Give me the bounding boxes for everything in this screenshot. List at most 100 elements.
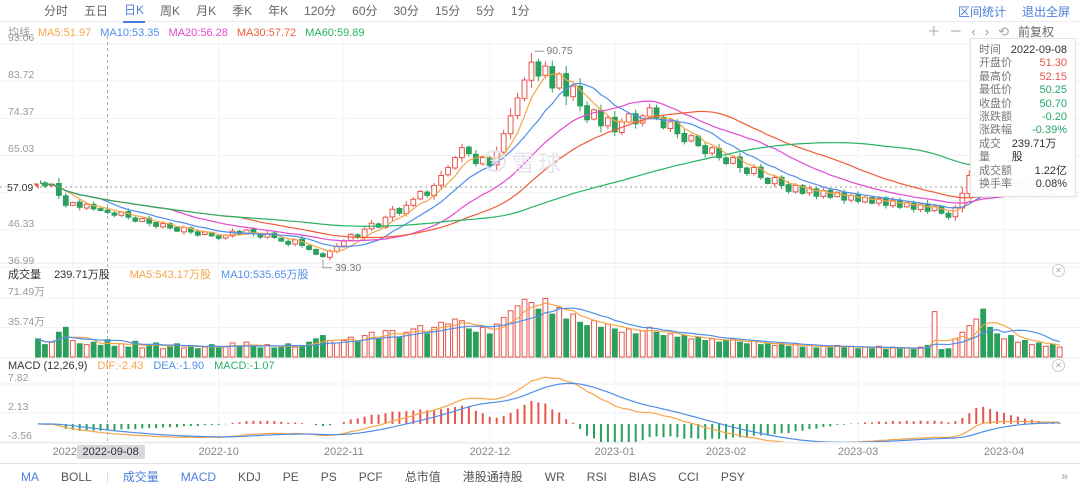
indicator-tab-总市值[interactable]: 总市值 [394,468,452,485]
quote-row: 成交额 1.22亿 [979,165,1067,178]
quote-row-value: 1.22亿 [1035,165,1067,178]
indicator-tab-MACD[interactable]: MACD [170,470,227,484]
pan-left-icon[interactable]: ‹ [971,25,975,38]
period-tab-月K[interactable]: 月K [195,0,217,22]
period-tab-年K[interactable]: 年K [267,0,289,22]
macd-dea-value: DEA:-1.90 [153,360,204,372]
quote-row-label: 换手率 [979,178,1012,191]
zoom-out-icon[interactable]: － [949,25,962,38]
quote-row: 收盘价 50.70 [979,98,1067,111]
low-annotation: 39.30 [335,262,361,274]
period-tab-60分[interactable]: 60分 [351,0,378,22]
indicator-tab-PCF[interactable]: PCF [348,470,394,484]
high-annotation: 90.75 [546,45,572,57]
quote-row-label: 最低价 [979,84,1012,97]
quote-row-value: -0.20 [1042,111,1067,124]
macd-pane-close-icon[interactable]: ✕ [1052,359,1065,372]
volume-ma5-value: MA5:543.17万股 [130,269,211,281]
period-tab-15分[interactable]: 15分 [434,0,461,22]
reset-icon[interactable]: ⟲ [998,25,1009,38]
indicator-tab-BIAS[interactable]: BIAS [618,470,667,484]
exit-fullscreen-link[interactable]: 退出全屏 [1022,3,1070,20]
crosshair-date-label: 2022-09-08 [77,445,145,459]
indicator-tab-MA[interactable]: MA [10,470,50,484]
macd-title: MACD (12,26,9) [8,360,87,372]
ma-legend-item: MA30:57.72 [237,27,296,39]
quote-row-label: 成交量 [979,138,1012,165]
indicator-tab-PS[interactable]: PS [310,470,348,484]
indicator-tab-KDJ[interactable]: KDJ [227,470,272,484]
macd-pane-header: MACD (12,26,9) DIF:-2.43 DEA:-1.90 MACD:-1.… [8,360,285,372]
quote-row-label: 最高价 [979,71,1012,84]
period-tab-120分[interactable]: 120分 [303,0,337,22]
ma-legend: 均线MA5:51.97MA10:53.35MA20:56.28MA30:57.7… [8,24,383,40]
macd-hist-value: MACD:-1.07 [214,360,275,372]
ma-legend-item: MA20:56.28 [169,27,228,39]
chart-canvas[interactable] [0,0,1080,489]
period-tab-5分[interactable]: 5分 [475,0,496,22]
quote-row-value: 239.71万股 [1012,138,1067,165]
indicator-tab-RSI[interactable]: RSI [576,470,618,484]
indicator-tab-BOLL[interactable]: BOLL [50,470,103,484]
quote-row-label: 时间 [979,44,1001,57]
y-axis-label: -3.56 [8,430,32,442]
period-tab-日K[interactable]: 日K [123,0,145,23]
xueqiu-logo-icon: ❋ [484,150,506,172]
more-indicators-icon[interactable]: » [1061,469,1068,483]
quote-row-label: 收盘价 [979,98,1012,111]
y-axis-label: 71.49万 [8,286,45,298]
y-axis-label: 65.03 [8,143,34,155]
stock-chart-app: 分时五日日K 周K 月K 季K 年K 120分 60分 30分 15分 5分 1分 区间统计 退出全… [0,0,1080,489]
indicator-tab-CCI[interactable]: CCI [667,470,710,484]
period-tabs: 分时五日日K 周K 月K 季K 年K 120分 60分 30分 15分 5分 1分 [0,0,545,23]
quote-row-value: 51.30 [1039,57,1067,70]
period-tab-1分[interactable]: 1分 [510,0,531,22]
quote-row-value: 0.08% [1036,178,1067,191]
ma-legend-item: MA5:51.97 [38,27,91,39]
y-axis-label: 7.82 [8,372,28,384]
quote-row: 时间 2022-09-08 [979,44,1067,57]
quote-row: 涨跌幅 -0.39% [979,124,1067,137]
indicator-tab-港股通持股[interactable]: 港股通持股 [452,468,534,485]
xueqiu-watermark: ❋ 雪球 [484,144,564,178]
quote-row: 最低价 50.25 [979,84,1067,97]
quote-row-value: 50.70 [1039,98,1067,111]
volume-pane-header: 成交量 239.71万股MA5:543.17万股MA10:535.65万股 [8,266,318,282]
quote-row: 开盘价 51.30 [979,57,1067,70]
macd-dif-value: DIF:-2.43 [97,360,143,372]
quote-row-label: 成交额 [979,165,1012,178]
indicator-tabbar: MABOLL 成交量MACDKDJPEPSPCF总市值港股通持股WRRSIBIAS… [0,463,1080,489]
period-tab-30分[interactable]: 30分 [393,0,420,22]
zoom-in-icon[interactable]: ＋ [927,25,940,38]
quote-row-label: 开盘价 [979,57,1012,70]
quote-row-value: 50.25 [1039,84,1067,97]
y-axis-label: 46.33 [8,218,34,230]
toolbar: 分时五日日K 周K 月K 季K 年K 120分 60分 30分 15分 5分 1分 区间统计 退出全… [0,0,1080,22]
quote-row: 涨跌额-0.20 [979,111,1067,124]
range-stats-link[interactable]: 区间统计 [958,3,1006,20]
indicator-tab-PSY[interactable]: PSY [710,470,756,484]
volume-pane-close-icon[interactable]: ✕ [1052,264,1065,277]
period-tab-分时[interactable]: 分时 [43,0,69,22]
quote-row-value: 52.15 [1039,71,1067,84]
y-axis-label: 93.06 [8,32,34,44]
quote-row: 成交量239.71万股 [979,138,1067,165]
quote-row-value: -0.39% [1032,124,1067,137]
indicator-tab-PE[interactable]: PE [272,470,310,484]
quote-row-label: 涨跌幅 [979,124,1012,137]
period-tab-季K[interactable]: 季K [231,0,253,22]
ma-legend-item: MA10:53.35 [100,27,159,39]
indicator-tab-成交量[interactable]: 成交量 [112,468,170,485]
period-tab-周K[interactable]: 周K [159,0,181,22]
x-axis-tick: 2023-02 [694,446,758,458]
x-axis-tick: 2022-12 [458,446,522,458]
quote-row-value: 2022-09-08 [1011,44,1067,57]
x-axis-tick: 2022-11 [312,446,376,458]
indicator-tab-WR[interactable]: WR [534,470,576,484]
volume-ma10-value: MA10:535.65万股 [221,269,308,281]
pan-right-icon[interactable]: › [985,25,989,38]
price-marker-icon: ◥ [33,183,38,190]
quote-panel: 时间 2022-09-08开盘价 51.30 最高价 52.15 最低价 50.25 收盘价 5… [970,38,1076,197]
y-axis-label: 74.37 [8,106,34,118]
period-tab-五日[interactable]: 五日 [83,0,109,22]
